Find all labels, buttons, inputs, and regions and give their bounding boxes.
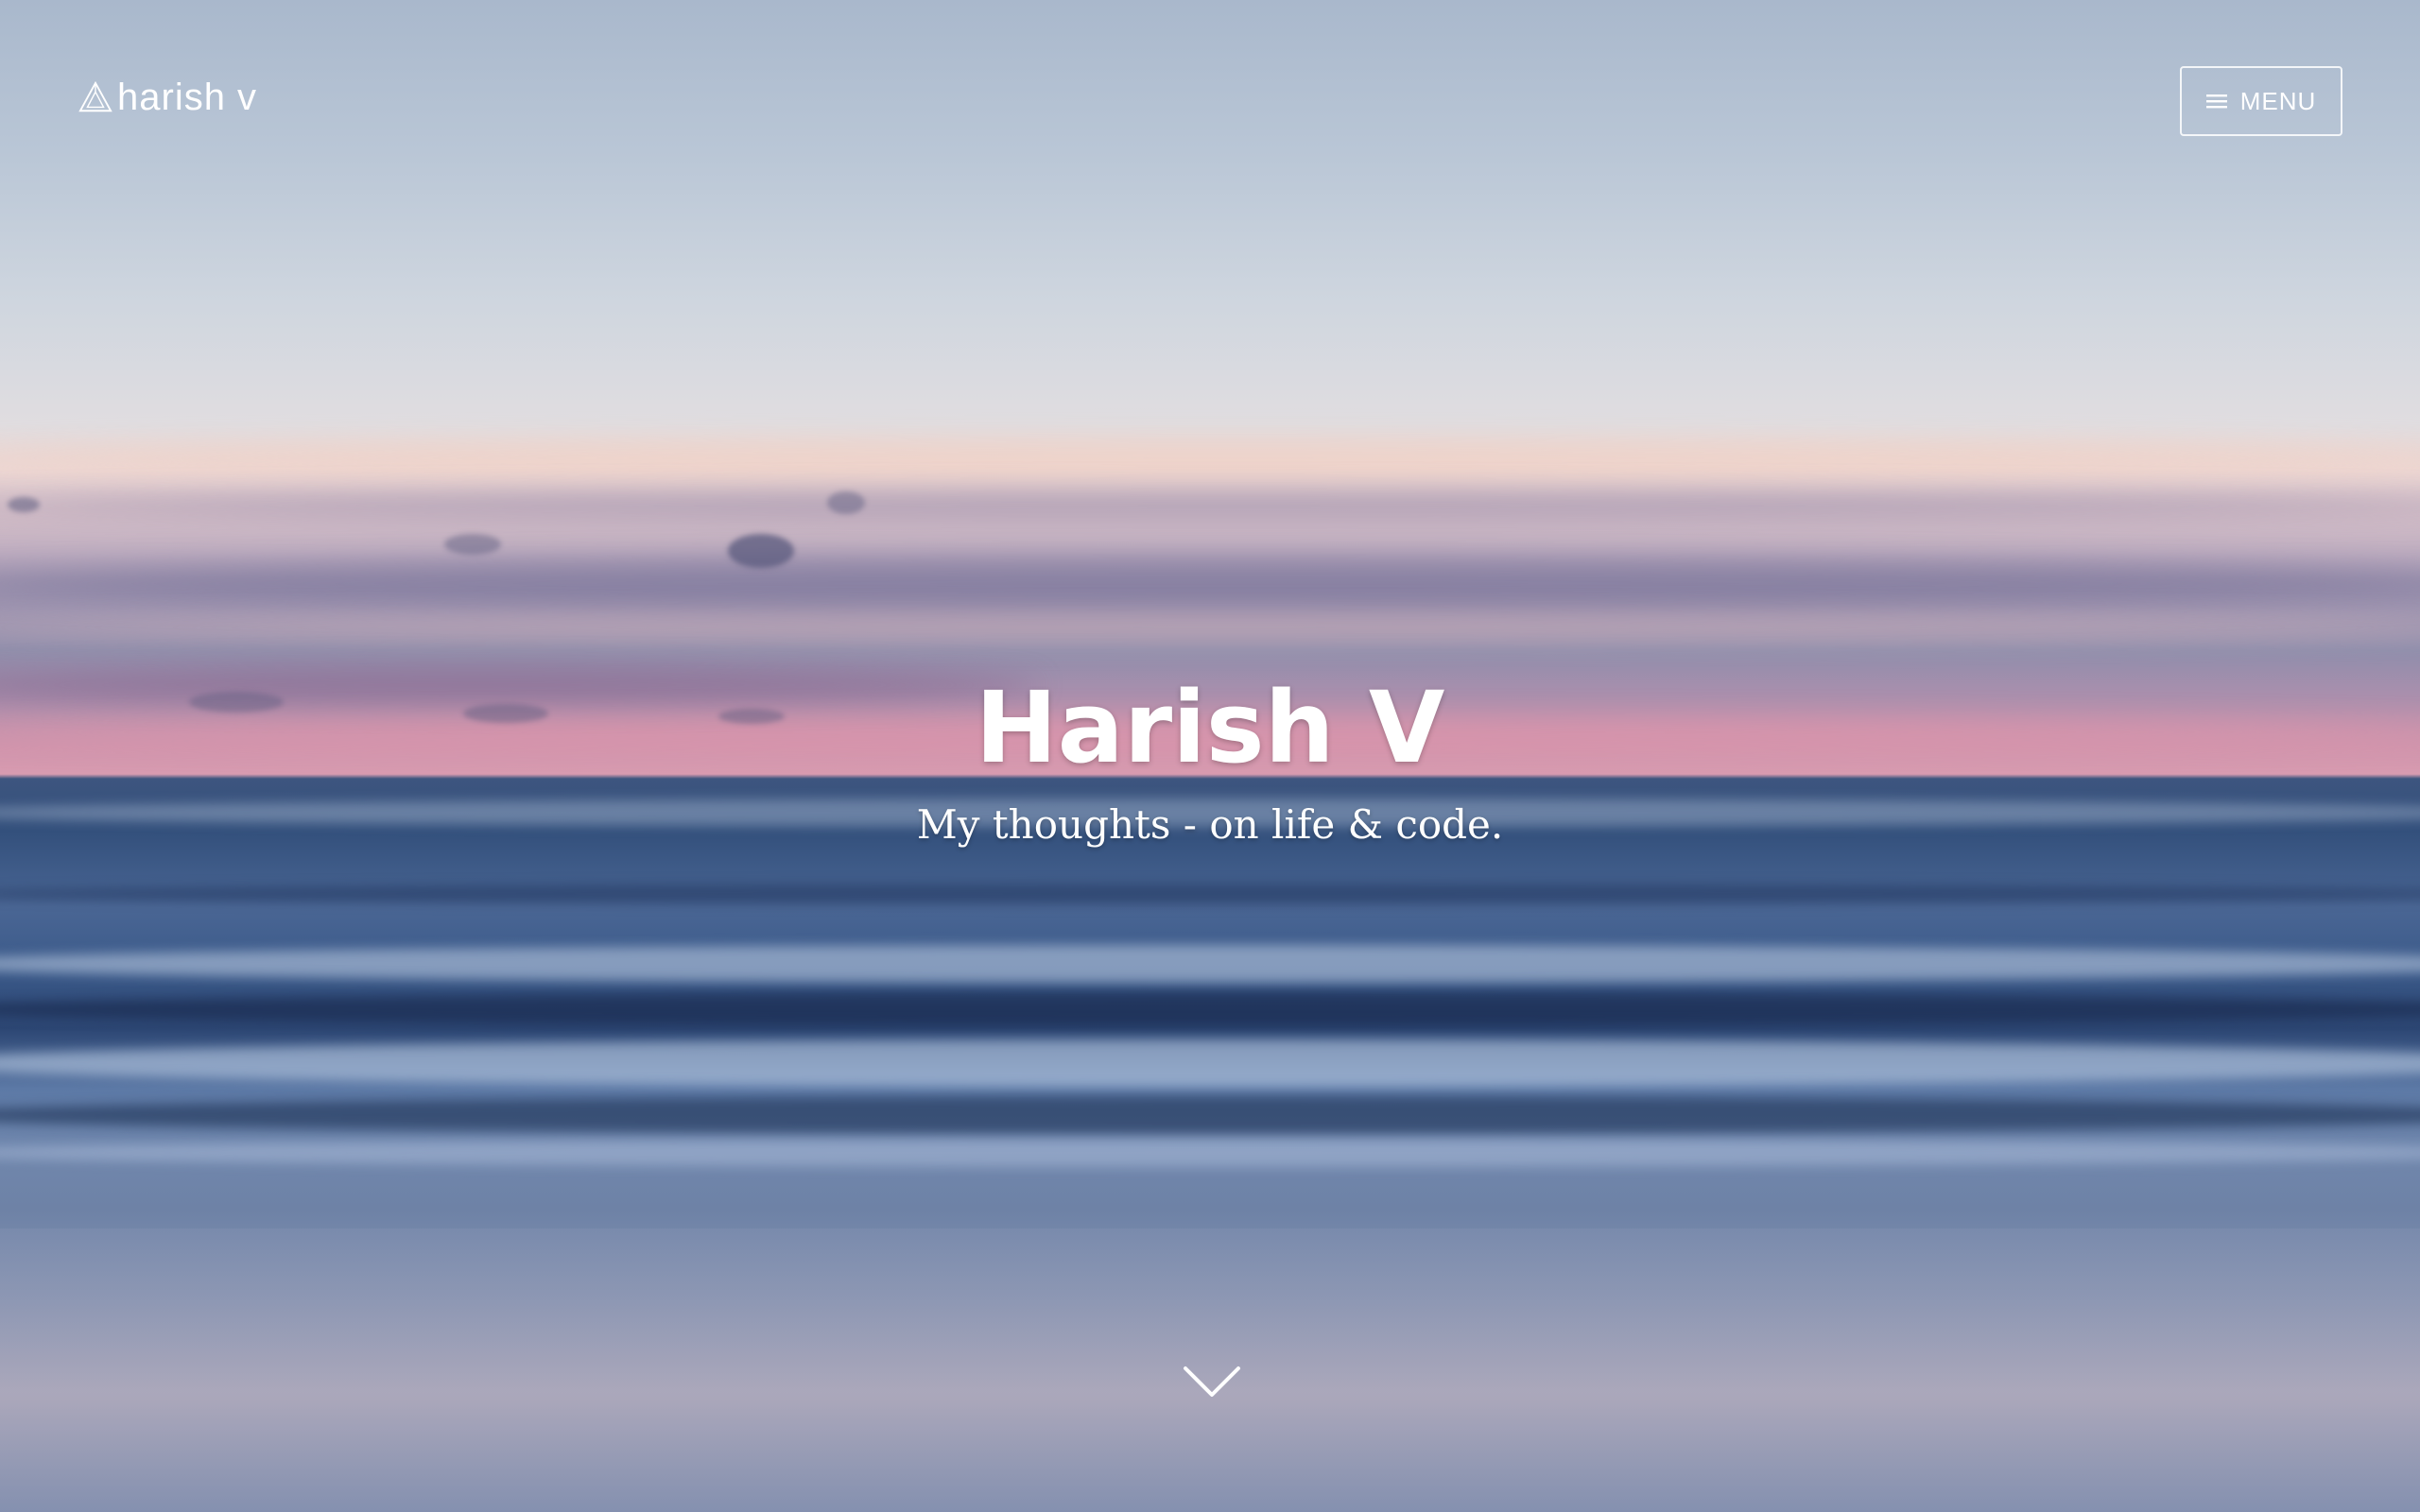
hero-subtitle: My thoughts - on life & code. — [916, 801, 1504, 848]
menu-button[interactable]: MENU — [2180, 66, 2342, 136]
wave — [0, 945, 2420, 983]
chevron-down-icon — [1184, 1366, 1240, 1397]
site-logo-link[interactable]: harish v — [78, 74, 257, 121]
wave — [0, 1096, 2420, 1134]
site-logo-text: harish v — [117, 77, 258, 118]
cloud-puff — [827, 491, 865, 514]
menu-label: MENU — [2239, 86, 2317, 115]
wave — [0, 992, 2420, 1026]
cloud-puff — [444, 534, 501, 555]
cloud-puff — [728, 534, 794, 568]
hero-title: Harish V — [975, 670, 1445, 785]
cloud-band — [0, 558, 2420, 610]
cloud-band — [0, 491, 2420, 520]
wave — [0, 884, 2420, 904]
wave — [0, 1139, 2420, 1167]
cloud-band — [0, 614, 2420, 641]
wave — [0, 1040, 2420, 1087]
cloud-puff — [8, 497, 40, 512]
triangle-logo-icon — [78, 80, 112, 112]
cloud-band — [0, 439, 2420, 477]
hamburger-icon — [2205, 94, 2227, 109]
scroll-down-button[interactable] — [1182, 1361, 1242, 1402]
